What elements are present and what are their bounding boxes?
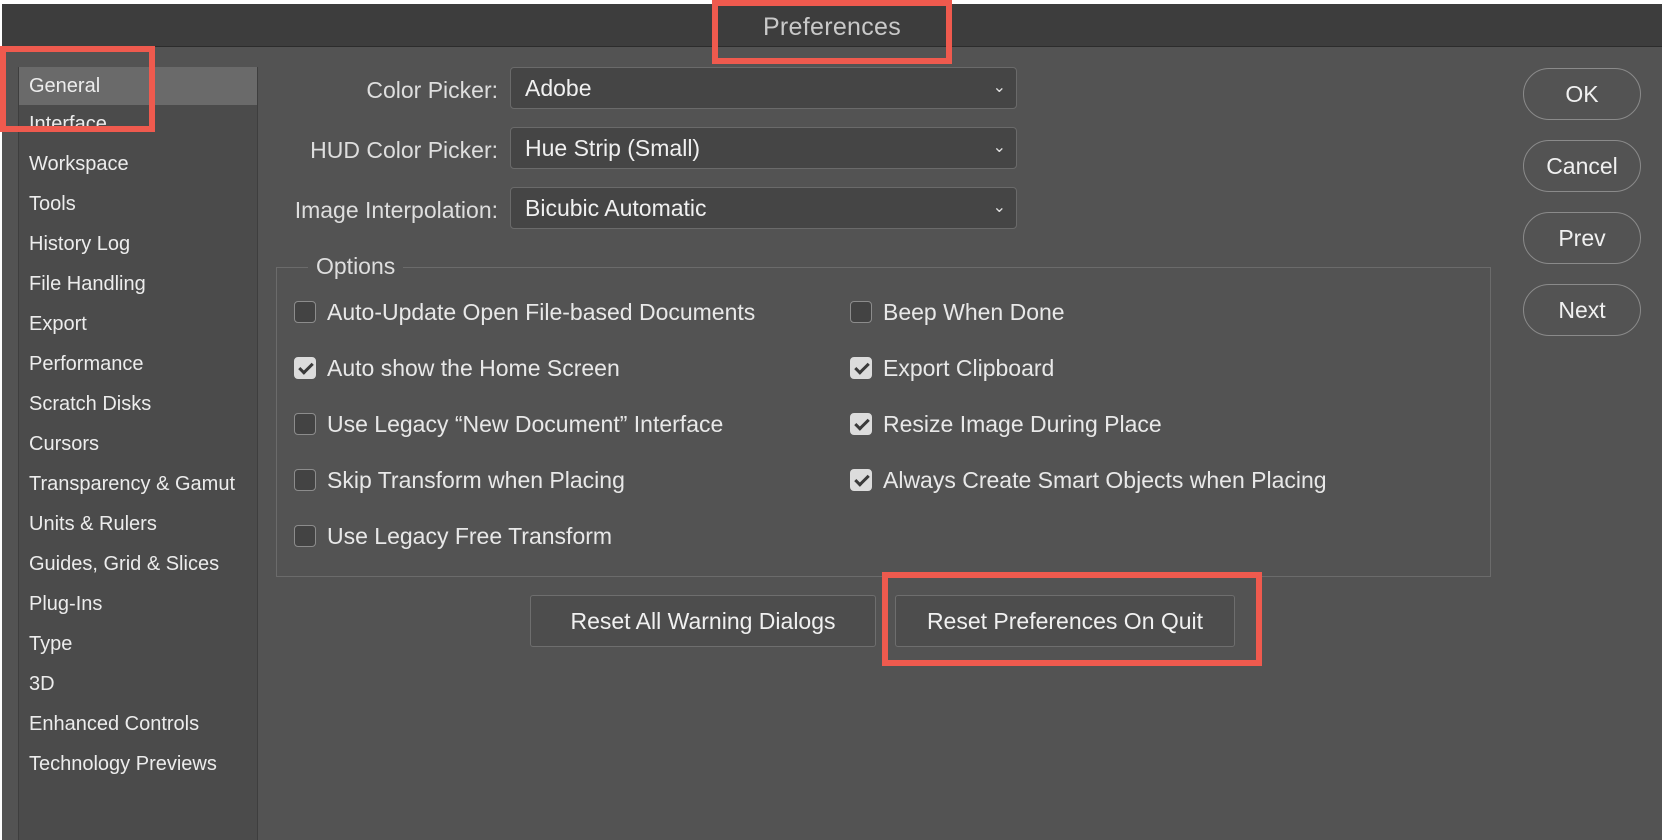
- ok-button[interactable]: OK: [1523, 68, 1641, 120]
- image-interpolation-value: Bicubic Automatic: [525, 195, 707, 221]
- sidebar-item-workspace[interactable]: Workspace: [19, 145, 257, 183]
- sidebar-item-technology-previews[interactable]: Technology Previews: [19, 745, 257, 783]
- sidebar-item-3d[interactable]: 3D: [19, 665, 257, 703]
- sidebar-item-file-handling[interactable]: File Handling: [19, 265, 257, 303]
- chevron-down-icon: ⌄: [992, 139, 1006, 156]
- resize-image-label: Resize Image During Place: [883, 411, 1162, 437]
- smart-objects-label: Always Create Smart Objects when Placing: [883, 467, 1327, 493]
- auto-show-home-label: Auto show the Home Screen: [327, 355, 620, 381]
- sidebar-item-general[interactable]: General: [19, 67, 257, 105]
- color-picker-value: Adobe: [525, 75, 592, 101]
- sidebar-item-type[interactable]: Type: [19, 625, 257, 663]
- cancel-button[interactable]: Cancel: [1523, 140, 1641, 192]
- skip-transform-label: Skip Transform when Placing: [327, 467, 625, 493]
- smart-objects-checkbox[interactable]: [850, 469, 872, 491]
- sidebar-item-performance[interactable]: Performance: [19, 345, 257, 383]
- next-button[interactable]: Next: [1523, 284, 1641, 336]
- hud-color-picker-value: Hue Strip (Small): [525, 135, 701, 161]
- image-interpolation-label: Image Interpolation:: [294, 197, 498, 223]
- sidebar: General Interface Workspace Tools Histor…: [18, 67, 258, 840]
- resize-image-checkbox[interactable]: [850, 413, 872, 435]
- sidebar-item-export[interactable]: Export: [19, 305, 257, 343]
- sidebar-item-guides-grid-slices[interactable]: Guides, Grid & Slices: [19, 545, 257, 583]
- beep-when-done-label: Beep When Done: [883, 299, 1065, 325]
- prev-button[interactable]: Prev: [1523, 212, 1641, 264]
- chevron-down-icon: ⌄: [992, 199, 1006, 216]
- auto-show-home-checkbox[interactable]: [294, 357, 316, 379]
- legacy-free-transform-checkbox[interactable]: [294, 525, 316, 547]
- options-legend: Options: [308, 253, 404, 280]
- sidebar-item-units-rulers[interactable]: Units & Rulers: [19, 505, 257, 543]
- hud-color-picker-select[interactable]: Hue Strip (Small) ⌄: [510, 127, 1017, 169]
- legacy-free-transform-label: Use Legacy Free Transform: [327, 523, 613, 549]
- preferences-dialog: Preferences General Interface Workspace …: [2, 4, 1662, 840]
- reset-preferences-button[interactable]: Reset Preferences On Quit: [895, 595, 1235, 647]
- auto-update-label: Auto-Update Open File-based Documents: [327, 299, 756, 325]
- window-title: Preferences: [762, 13, 902, 41]
- sidebar-item-tools[interactable]: Tools: [19, 185, 257, 223]
- sidebar-item-interface[interactable]: Interface: [19, 105, 257, 143]
- sidebar-item-cursors[interactable]: Cursors: [19, 425, 257, 463]
- color-picker-label: Color Picker:: [366, 77, 498, 103]
- legacy-new-document-label: Use Legacy “New Document” Interface: [327, 411, 724, 437]
- sidebar-item-transparency-gamut[interactable]: Transparency & Gamut: [19, 465, 257, 503]
- reset-warning-dialogs-button[interactable]: Reset All Warning Dialogs: [530, 595, 876, 647]
- export-clipboard-checkbox[interactable]: [850, 357, 872, 379]
- title-bar: Preferences: [2, 4, 1662, 47]
- legacy-new-document-checkbox[interactable]: [294, 413, 316, 435]
- chevron-down-icon: ⌄: [992, 79, 1006, 96]
- sidebar-item-scratch-disks[interactable]: Scratch Disks: [19, 385, 257, 423]
- color-picker-select[interactable]: Adobe ⌄: [510, 67, 1017, 109]
- sidebar-item-enhanced-controls[interactable]: Enhanced Controls: [19, 705, 257, 743]
- sidebar-item-plug-ins[interactable]: Plug-Ins: [19, 585, 257, 623]
- auto-update-checkbox[interactable]: [294, 301, 316, 323]
- export-clipboard-label: Export Clipboard: [883, 355, 1055, 381]
- image-interpolation-select[interactable]: Bicubic Automatic ⌄: [510, 187, 1017, 229]
- beep-when-done-checkbox[interactable]: [850, 301, 872, 323]
- skip-transform-checkbox[interactable]: [294, 469, 316, 491]
- hud-color-picker-label: HUD Color Picker:: [310, 137, 498, 163]
- sidebar-item-history-log[interactable]: History Log: [19, 225, 257, 263]
